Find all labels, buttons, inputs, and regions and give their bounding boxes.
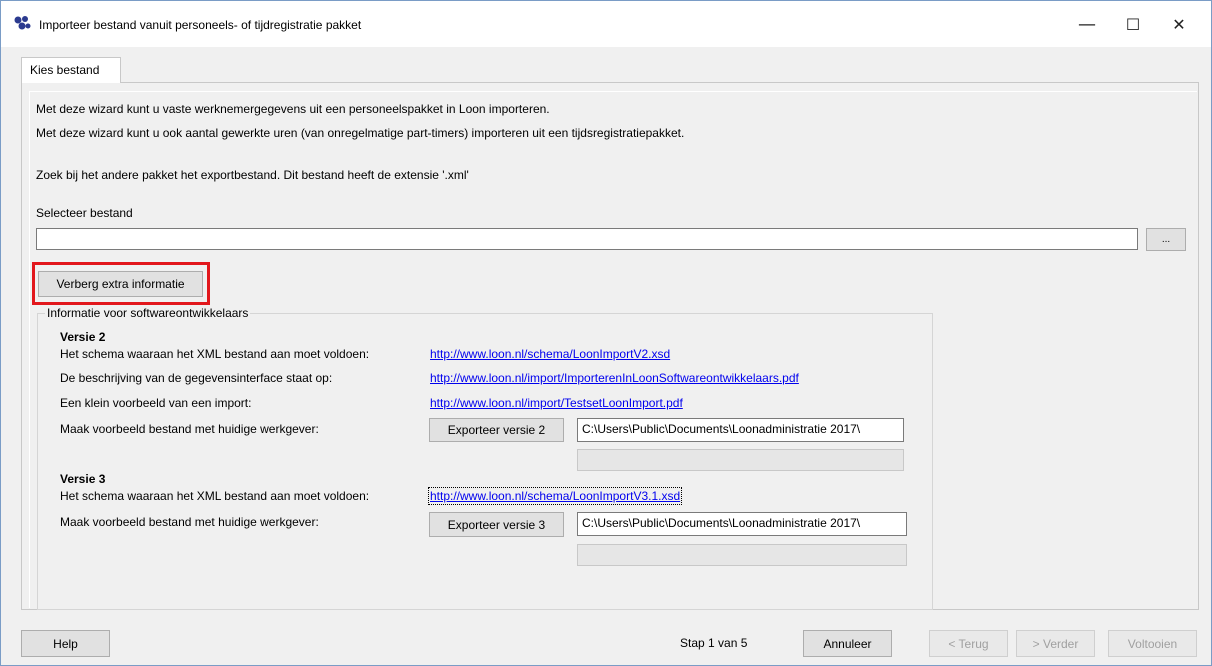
v2-example-link[interactable]: http://www.loon.nl/import/TestsetLoonImp… bbox=[430, 396, 683, 410]
v3-status-field bbox=[577, 544, 907, 566]
v2-description-link[interactable]: http://www.loon.nl/import/ImporterenInLo… bbox=[430, 371, 799, 385]
tab-label: Kies bestand bbox=[30, 63, 100, 77]
help-button[interactable]: Help bbox=[21, 630, 110, 657]
v2-schema-link[interactable]: http://www.loon.nl/schema/LoonImportV2.x… bbox=[430, 347, 670, 361]
app-logo-icon bbox=[14, 16, 31, 30]
v3-export-path-field[interactable]: C:\Users\Public\Documents\Loonadministra… bbox=[577, 512, 907, 536]
minimize-icon: — bbox=[1078, 13, 1096, 35]
v3-make-example-label: Maak voorbeeld bestand met huidige werkg… bbox=[60, 515, 319, 529]
title-bar[interactable]: Importeer bestand vanuit personeels- of … bbox=[1, 1, 1211, 47]
v2-schema-label: Het schema waaraan het XML bestand aan m… bbox=[60, 347, 370, 361]
intro-line-3: Zoek bij het andere pakket het exportbes… bbox=[36, 168, 469, 182]
tab-kies-bestand[interactable]: Kies bestand bbox=[21, 57, 121, 83]
v2-description-label: De beschrijving van de gegevensinterface… bbox=[60, 371, 333, 385]
intro-line-1: Met deze wizard kunt u vaste werknemerge… bbox=[36, 102, 550, 116]
v2-export-path-field[interactable]: C:\Users\Public\Documents\Loonadministra… bbox=[577, 418, 904, 442]
close-icon: ✕ bbox=[1172, 14, 1186, 34]
next-button[interactable]: > Verder bbox=[1016, 630, 1095, 657]
maximize-button[interactable]: ☐ bbox=[1110, 9, 1156, 39]
file-select-label: Selecteer bestand bbox=[36, 206, 133, 220]
wizard-window: Importeer bestand vanuit personeels- of … bbox=[0, 0, 1212, 666]
intro-line-2: Met deze wizard kunt u ook aantal gewerk… bbox=[36, 126, 685, 140]
back-button[interactable]: < Terug bbox=[929, 630, 1008, 657]
v3-heading: Versie 3 bbox=[60, 472, 106, 486]
file-path-input[interactable] bbox=[36, 228, 1138, 250]
v2-example-label: Een klein voorbeeld van een import: bbox=[60, 396, 252, 410]
cancel-button[interactable]: Annuleer bbox=[803, 630, 892, 657]
step-indicator: Stap 1 van 5 bbox=[680, 636, 748, 650]
v2-heading: Versie 2 bbox=[60, 330, 106, 344]
minimize-button[interactable]: — bbox=[1064, 9, 1110, 39]
v2-status-field bbox=[577, 449, 904, 471]
v3-schema-label: Het schema waaraan het XML bestand aan m… bbox=[60, 489, 370, 503]
developer-info-legend: Informatie voor softwareontwikkelaars bbox=[45, 306, 251, 320]
finish-button[interactable]: Voltooien bbox=[1108, 630, 1197, 657]
highlight-box bbox=[32, 262, 210, 305]
export-v2-button[interactable]: Exporteer versie 2 bbox=[429, 418, 564, 442]
v3-schema-link[interactable]: http://www.loon.nl/schema/LoonImportV3.1… bbox=[427, 487, 683, 505]
export-v3-button[interactable]: Exporteer versie 3 bbox=[429, 512, 564, 537]
v2-make-example-label: Maak voorbeeld bestand met huidige werkg… bbox=[60, 422, 319, 436]
window-title: Importeer bestand vanuit personeels- of … bbox=[39, 18, 362, 32]
maximize-icon: ☐ bbox=[1125, 14, 1141, 34]
browse-button[interactable]: ... bbox=[1146, 228, 1186, 251]
close-button[interactable]: ✕ bbox=[1156, 9, 1202, 39]
